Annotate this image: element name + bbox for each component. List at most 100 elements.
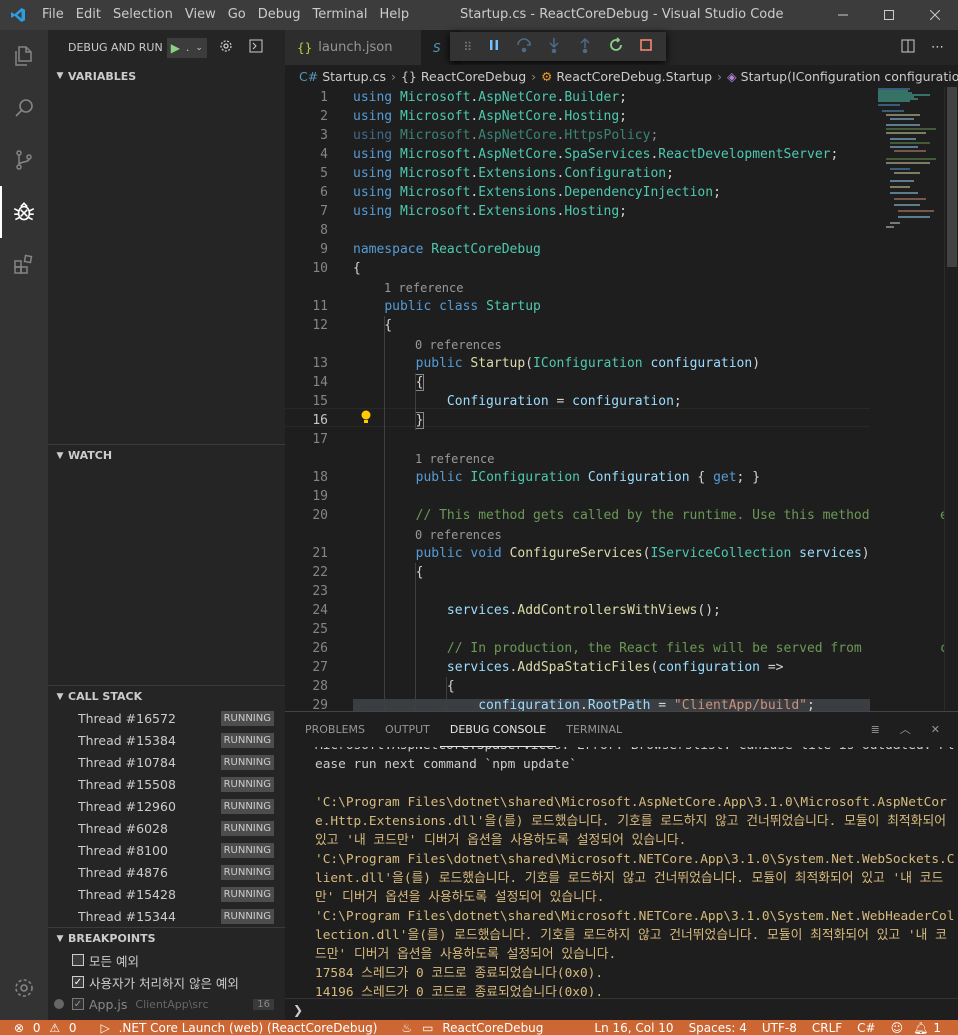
breadcrumb-method[interactable]: Startup(IConfiguration configuration) xyxy=(741,69,958,84)
checkbox[interactable] xyxy=(72,954,84,966)
tab-terminal[interactable]: TERMINAL xyxy=(556,712,632,747)
breakpoints-header[interactable]: ▼ BREAKPOINTS xyxy=(48,927,285,949)
maximize-button[interactable] xyxy=(866,0,912,30)
indentation[interactable]: Spaces: 4 xyxy=(679,1021,752,1035)
menu-item-help[interactable]: Help xyxy=(373,0,415,30)
debug-toolbar: ⠿ xyxy=(450,32,666,61)
launch-status[interactable]: ▷ .NET Core Launch (web) (ReactCoreDebug… xyxy=(87,1021,388,1035)
title-bar: File Edit Selection View Go Debug Terminal Help… xyxy=(0,0,958,30)
close-panel-icon[interactable]: ✕ xyxy=(931,712,940,747)
feedback-smiley-icon[interactable]: ☺ xyxy=(881,1021,909,1035)
tab-output[interactable]: OUTPUT xyxy=(375,712,440,747)
debug-console-output: Microsoft.AspNetCore.SpaServices: Error:… xyxy=(285,747,958,997)
checkbox-checked[interactable]: ✓ xyxy=(72,998,84,1010)
code-editor[interactable]: 1 using Microsoft.AspNetCore.Builder; 2 us… xyxy=(285,87,958,711)
method-icon: ◈ xyxy=(727,68,737,84)
problems-status[interactable]: ⊗ 0 ⚠ 0 xyxy=(0,1021,87,1035)
breakpoint-app-js[interactable]: ✓ App.js ClientApp\src 16 xyxy=(48,993,285,1015)
notifications-bell-icon[interactable]: 🔔︎ 1 xyxy=(908,1021,958,1035)
vscode-logo-icon xyxy=(0,0,36,30)
start-debugging-icon[interactable]: ▶ xyxy=(171,41,180,55)
search-icon[interactable] xyxy=(0,82,48,134)
console-line: Microsoft.AspNetCore.SpaServices: Error:… xyxy=(315,747,954,772)
menu-item-terminal[interactable]: Terminal xyxy=(307,0,374,30)
explorer-icon[interactable] xyxy=(0,30,48,82)
menu-item-edit[interactable]: Edit xyxy=(70,0,107,30)
pause-icon[interactable] xyxy=(487,38,501,56)
breakpoint-label: 사용자가 처리하지 않은 예외 xyxy=(89,975,239,991)
thread-row[interactable]: Thread #8100 RUNNING xyxy=(48,839,285,861)
checkbox-checked[interactable]: ✓ xyxy=(72,976,84,988)
breakpoint-all-exceptions[interactable]: 모든 예외 xyxy=(48,949,285,971)
breakpoint-line-badge: 16 xyxy=(253,998,274,1010)
minimap[interactable] xyxy=(870,87,940,711)
thread-row[interactable]: Thread #4876 RUNNING xyxy=(48,861,285,883)
launch-config-select[interactable]: ▶ . ⌄ xyxy=(166,37,207,58)
chevron-down-icon: ▼ xyxy=(56,450,64,461)
menu-item-go[interactable]: Go xyxy=(222,0,252,30)
language-mode[interactable]: C# xyxy=(847,1021,880,1035)
variables-header[interactable]: ▼ VARIABLES xyxy=(48,65,285,87)
call-stack-header[interactable]: ▼ CALL STACK xyxy=(48,685,285,707)
console-input[interactable]: ❯ xyxy=(285,998,958,1020)
clear-console-icon[interactable]: ≣ xyxy=(871,712,880,747)
menu-item-file[interactable]: File xyxy=(36,0,70,30)
thread-row[interactable]: Thread #12960 RUNNING xyxy=(48,795,285,817)
thread-row[interactable]: Thread #6028 RUNNING xyxy=(48,817,285,839)
step-out-icon[interactable] xyxy=(577,37,593,57)
minimize-button[interactable] xyxy=(820,0,866,30)
source-control-icon[interactable] xyxy=(0,134,48,186)
namespace-icon: {} xyxy=(400,68,417,84)
bottom-panel: PROBLEMS OUTPUT DEBUG CONSOLE TERMINAL ≣… xyxy=(285,711,958,1020)
settings-gear-icon[interactable] xyxy=(0,962,48,1014)
cursor-position[interactable]: Ln 16, Col 10 xyxy=(589,1021,678,1035)
close-window-button[interactable] xyxy=(912,0,958,30)
thread-status-badge: RUNNING xyxy=(220,798,274,814)
stop-icon[interactable] xyxy=(639,38,653,56)
thread-status-badge: RUNNING xyxy=(220,820,274,836)
menu-item-debug[interactable]: Debug xyxy=(252,0,307,30)
thread-row[interactable]: Thread #10784 RUNNING xyxy=(48,751,285,773)
step-into-icon[interactable] xyxy=(546,37,562,57)
split-editor-icon[interactable] xyxy=(901,39,915,57)
console-line: 'C:\Program Files\dotnet\shared\Microsof… xyxy=(315,795,954,848)
debug-console-icon[interactable] xyxy=(249,39,263,56)
thread-row[interactable]: Thread #15508 RUNNING xyxy=(48,773,285,795)
thread-row[interactable]: Thread #15344 RUNNING xyxy=(48,905,285,927)
breadcrumb-class[interactable]: ReactCoreDebug.Startup xyxy=(556,69,712,84)
panel-tabs: PROBLEMS OUTPUT DEBUG CONSOLE TERMINAL ≣… xyxy=(285,712,958,747)
tab-launch-json[interactable]: {} launch.json xyxy=(285,30,421,65)
thread-name: Thread #15428 xyxy=(78,886,176,902)
thread-row[interactable]: Thread #16572 RUNNING xyxy=(48,707,285,729)
console-scrollbar[interactable] xyxy=(944,747,958,997)
maximize-panel-icon[interactable]: ︿ xyxy=(900,712,911,747)
csharp-icon: C# xyxy=(299,68,319,84)
breakpoint-user-unhandled[interactable]: ✓ 사용자가 처리하지 않은 예외 xyxy=(48,971,285,993)
project-status[interactable]: ▭ ReactCoreDebug xyxy=(417,1021,553,1035)
thread-row[interactable]: Thread #15428 RUNNING xyxy=(48,883,285,905)
menu-item-view[interactable]: View xyxy=(179,0,222,30)
call-stack-list: Thread #16572 RUNNING Thread #15384 RUNNING… xyxy=(48,707,285,927)
drag-handle-icon[interactable]: ⠿ xyxy=(463,40,472,54)
flame-icon[interactable]: ♨ xyxy=(387,1021,417,1035)
tab-problems[interactable]: PROBLEMS xyxy=(295,712,375,747)
breakpoint-path: ClientApp\src xyxy=(135,997,209,1011)
thread-name: Thread #10784 xyxy=(78,754,176,770)
line-ending[interactable]: CRLF xyxy=(802,1021,847,1035)
thread-row[interactable]: Thread #15384 RUNNING xyxy=(48,729,285,751)
watch-header[interactable]: ▼ WATCH xyxy=(48,444,285,466)
step-over-icon[interactable] xyxy=(516,37,532,57)
tab-debug-console[interactable]: DEBUG CONSOLE xyxy=(439,712,557,747)
debug-icon[interactable] xyxy=(0,186,48,238)
more-actions-icon[interactable]: ⋯ xyxy=(931,40,944,55)
activity-bar xyxy=(0,30,48,1020)
menu-item-selection[interactable]: Selection xyxy=(107,0,179,30)
breadcrumb-file[interactable]: Startup.cs xyxy=(322,69,386,84)
restart-icon[interactable] xyxy=(608,36,624,57)
editor-scrollbar[interactable] xyxy=(944,87,958,711)
breadcrumb-namespace[interactable]: ReactCoreDebug xyxy=(421,69,526,84)
encoding[interactable]: UTF-8 xyxy=(752,1021,802,1035)
extensions-icon[interactable] xyxy=(0,238,48,290)
debug-settings-gear-icon[interactable] xyxy=(219,39,233,56)
